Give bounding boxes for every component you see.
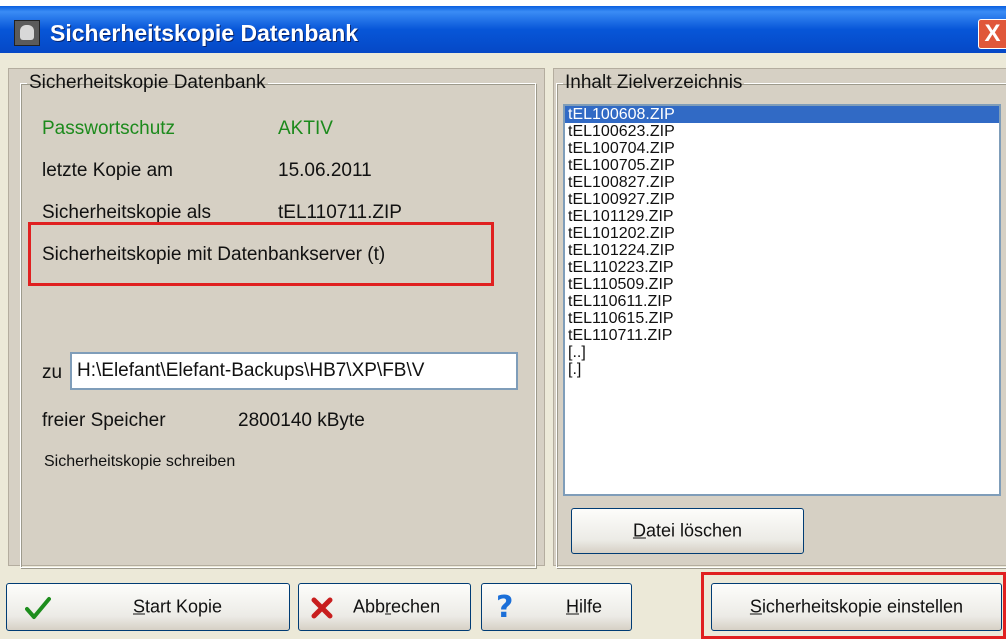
list-item[interactable]: [..] [565,344,999,361]
server-note: Sicherheitskopie mit Datenbankserver (t) [42,244,386,265]
list-item[interactable]: tEL110611.ZIP [565,293,999,310]
cancel-button[interactable]: Abbrechen [298,583,471,631]
list-item[interactable]: tEL110711.ZIP [565,327,999,344]
list-item[interactable]: [.] [565,361,999,378]
password-label: Passwortschutz [42,118,176,139]
start-copy-label: Start Kopie [133,596,223,617]
free-space-label: freier Speicher [42,410,166,431]
help-label: Hilfe [566,596,603,617]
list-item[interactable]: tEL101202.ZIP [565,225,999,242]
title-bar: Sicherheitskopie Datenbank X [0,0,1006,53]
elephant-app-icon [14,20,40,46]
backup-settings-label: Sicherheitskopie einstellen [749,596,964,617]
delete-file-label: Datei löschen [632,520,743,541]
copy-as-value: tEL110711.ZIP [278,202,402,223]
list-item[interactable]: tEL100623.ZIP [565,123,999,140]
cancel-label: Abbrechen [353,596,441,617]
start-copy-button[interactable]: Start Kopie [6,583,290,631]
target-label: zu [42,362,63,383]
question-mark-icon: ? [496,590,514,625]
list-item[interactable]: tEL100705.ZIP [565,157,999,174]
help-button[interactable]: ? Hilfe [481,583,632,631]
copy-as-label: Sicherheitskopie als [42,202,211,223]
file-list[interactable]: tEL100608.ZIP tEL100623.ZIP tEL100704.ZI… [563,104,1001,496]
list-item[interactable]: tEL100827.ZIP [565,174,999,191]
list-item[interactable]: tEL101129.ZIP [565,208,999,225]
list-item[interactable]: tEL101224.ZIP [565,242,999,259]
x-icon [311,597,333,619]
checkmark-icon [25,597,51,619]
directory-group-legend: Inhalt Zielverzeichnis [565,72,743,93]
last-copy-label: letzte Kopie am [42,160,173,181]
backup-settings-button[interactable]: Sicherheitskopie einstellen [711,583,1002,631]
backup-group: Sicherheitskopie Datenbank [20,72,536,568]
status-text: Sicherheitskopie schreiben [44,453,236,470]
target-path-input[interactable] [70,352,518,390]
delete-file-button[interactable]: Datei löschen [571,508,804,554]
list-item[interactable]: tEL110615.ZIP [565,310,999,327]
window-title: Sicherheitskopie Datenbank [50,20,359,46]
list-item[interactable]: tEL100608.ZIP [565,106,999,123]
backup-group-legend: Sicherheitskopie Datenbank [29,72,266,93]
free-space-value: 2800140 kByte [238,410,365,431]
list-item[interactable]: tEL110509.ZIP [565,276,999,293]
password-value: AKTIV [278,118,333,139]
list-item[interactable]: tEL110223.ZIP [565,259,999,276]
close-button[interactable]: X [978,19,1006,49]
list-item[interactable]: tEL100704.ZIP [565,140,999,157]
list-item[interactable]: tEL100927.ZIP [565,191,999,208]
last-copy-value: 15.06.2011 [278,160,372,181]
